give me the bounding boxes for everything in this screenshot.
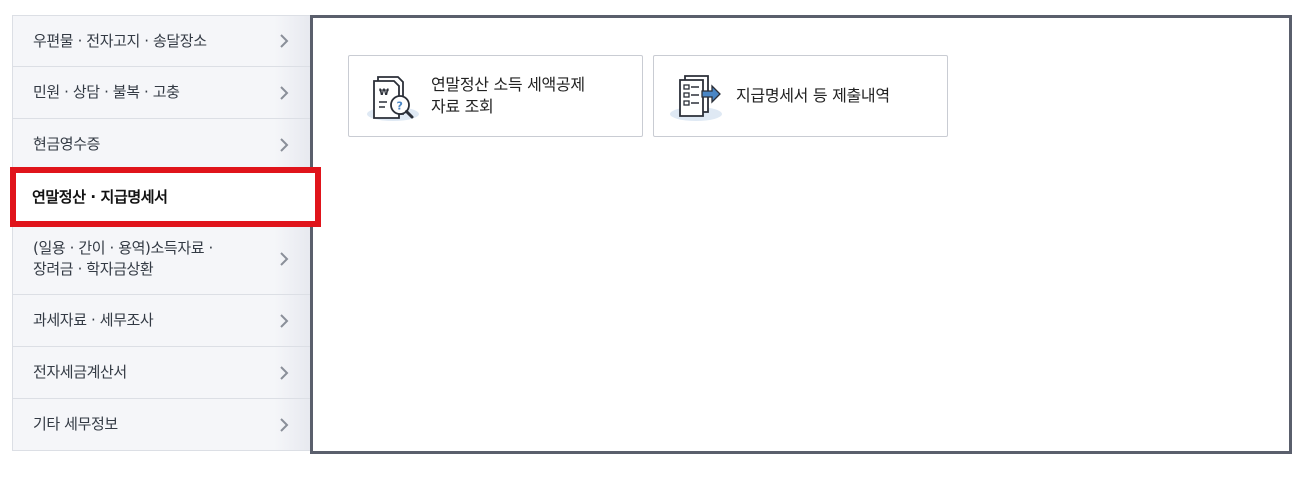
menu-item-other-tax-info[interactable]: 기타 세무정보 (12, 399, 311, 451)
chevron-right-icon (278, 137, 290, 152)
chevron-right-icon (278, 417, 290, 432)
menu-item-civil-complaint[interactable]: 민원 · 상담 · 불복 · 고충 (12, 67, 311, 119)
svg-text:?: ? (397, 100, 403, 113)
menu-item-mail-notice[interactable]: 우편물 · 전자고지 · 송달장소 (12, 15, 311, 67)
menu-item-label: 우편물 · 전자고지 · 송달장소 (33, 31, 207, 50)
menu-item-income-data[interactable]: (일용 · 간이 · 용역)소득자료 · 장려금 · 학자금상환 (12, 223, 311, 295)
menu-item-e-tax-invoice[interactable]: 전자세금계산서 (12, 347, 311, 399)
submenu-panel: ₩ ? 연말정산 소득 세액공제 자료 조회 지급명세서 등 제출내역 (310, 15, 1292, 454)
menu-item-cash-receipt[interactable]: 현금영수증 (12, 119, 311, 171)
menu-item-label: 민원 · 상담 · 불복 · 고충 (33, 83, 180, 101)
chevron-right-icon (278, 34, 290, 48)
chevron-right-icon (278, 251, 290, 266)
menu-item-label: 연말정산 · 지급명세서 (32, 187, 168, 206)
card-label: 연말정산 소득 세액공제 자료 조회 (431, 75, 585, 116)
menu-item-label: 과세자료 · 세무조사 (33, 311, 154, 329)
svg-text:₩: ₩ (379, 88, 389, 98)
menu-item-year-end-settlement[interactable]: 연말정산 · 지급명세서 (10, 167, 321, 227)
side-menu: 우편물 · 전자고지 · 송달장소 민원 · 상담 · 불복 · 고충 현금영수… (10, 15, 321, 451)
menu-item-tax-audit[interactable]: 과세자료 · 세무조사 (12, 295, 311, 347)
menu-item-label: 현금영수증 (33, 135, 101, 153)
chevron-right-icon (278, 313, 290, 328)
chevron-right-icon (278, 365, 290, 380)
menu-item-label: 기타 세무정보 (33, 415, 118, 433)
payment-statement-submission-history-card[interactable]: 지급명세서 등 제출내역 (653, 55, 948, 137)
menu-item-label: (일용 · 간이 · 용역)소득자료 · 장려금 · 학자금상환 (33, 238, 213, 278)
document-submit-icon (666, 66, 726, 126)
year-end-tax-deduction-lookup-card[interactable]: ₩ ? 연말정산 소득 세액공제 자료 조회 (348, 55, 643, 137)
card-label: 지급명세서 등 제출내역 (736, 86, 890, 105)
tax-document-search-icon: ₩ ? (361, 66, 421, 126)
chevron-right-icon (278, 85, 290, 100)
menu-item-label: 전자세금계산서 (33, 363, 127, 381)
